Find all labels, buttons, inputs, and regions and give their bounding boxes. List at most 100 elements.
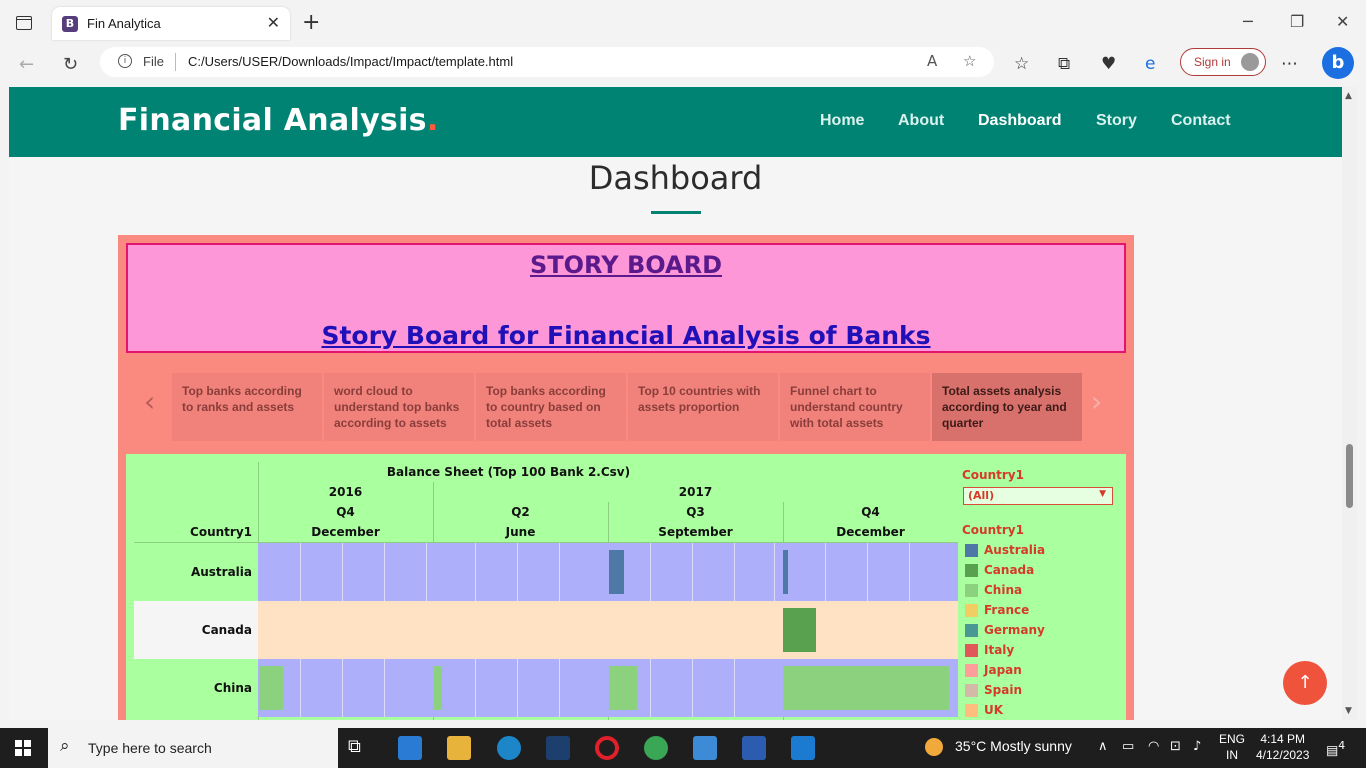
- row-label-china: China: [213, 681, 252, 695]
- story-point-4[interactable]: Top 10 countries with assets proportion: [628, 373, 778, 441]
- clock-time: 4:14 PM: [1260, 732, 1306, 746]
- site-logo[interactable]: Financial Analysis.: [118, 103, 439, 138]
- back-to-top-button[interactable]: ↑: [1283, 661, 1327, 705]
- new-tab-icon[interactable]: +: [302, 10, 320, 35]
- chrome-browser-icon[interactable]: [644, 736, 668, 760]
- photos-app-icon[interactable]: [693, 736, 717, 760]
- scroll-up-icon[interactable]: ▲: [1345, 91, 1352, 101]
- cell-divider: [384, 543, 385, 601]
- info-icon[interactable]: i: [118, 54, 132, 68]
- table-row[interactable]: China: [134, 659, 958, 717]
- story-subheading: Story Board for Financial Analysis of Ba…: [321, 321, 931, 350]
- story-point-3[interactable]: Top banks according to country based on …: [476, 373, 626, 441]
- address-separator: [175, 53, 176, 71]
- edge-copilot-icon[interactable]: e: [1145, 54, 1155, 74]
- nav-home[interactable]: Home: [820, 112, 864, 130]
- legend-swatch: [965, 564, 978, 577]
- scroll-down-icon[interactable]: ▼: [1345, 706, 1352, 716]
- close-tab-icon[interactable]: ✕: [267, 13, 280, 32]
- address-bar[interactable]: i File C:/Users/USER/Downloads/Impact/Im…: [100, 47, 994, 77]
- bar-china-q4[interactable]: [783, 666, 949, 710]
- browser-tab[interactable]: B Fin Analytica ✕: [52, 7, 290, 40]
- task-view-icon[interactable]: ⧉: [348, 736, 372, 760]
- collections-icon[interactable]: ⧉: [1058, 54, 1070, 74]
- bootstrap-favicon-icon: B: [62, 16, 78, 32]
- page-scrollbar[interactable]: ▲ ▼: [1342, 87, 1357, 720]
- bing-chat-icon[interactable]: b: [1322, 47, 1354, 79]
- battery-icon[interactable]: ▭: [1122, 739, 1134, 754]
- notification-center-icon[interactable]: ▤4: [1326, 739, 1345, 758]
- opera-browser-icon[interactable]: [595, 736, 619, 760]
- story-point-1[interactable]: Top banks according to ranks and assets: [172, 373, 322, 441]
- story-prev-icon[interactable]: ‹: [144, 385, 155, 418]
- refresh-icon[interactable]: ↻: [63, 54, 78, 75]
- row-label-canada: Canada: [134, 601, 258, 659]
- cell-divider: [825, 543, 826, 601]
- system-clock[interactable]: 4:14 PM 4/12/2023: [1256, 731, 1309, 763]
- windows-start-icon[interactable]: [15, 740, 31, 756]
- favorite-star-icon[interactable]: ☆: [963, 52, 976, 70]
- row-label-australia: Australia: [190, 565, 252, 579]
- nav-story[interactable]: Story: [1096, 112, 1137, 130]
- file-explorer-icon[interactable]: [447, 736, 471, 760]
- nav-dashboard[interactable]: Dashboard: [978, 112, 1062, 130]
- bar-canada-q4[interactable]: [783, 608, 816, 652]
- legend-swatch: [965, 604, 978, 617]
- address-path: C:/Users/USER/Downloads/Impact/Impact/te…: [188, 54, 514, 69]
- story-point-2[interactable]: word cloud to understand top banks accor…: [324, 373, 474, 441]
- tab-actions-icon[interactable]: [16, 16, 32, 30]
- story-point-6[interactable]: Total assets analysis according to year …: [932, 373, 1082, 441]
- bar-china-q3[interactable]: [609, 666, 637, 710]
- favorites-icon[interactable]: ☆: [1014, 54, 1029, 74]
- legend-label: France: [984, 603, 1030, 617]
- table-row[interactable]: Canada: [134, 601, 958, 659]
- story-point-5[interactable]: Funnel chart to understand country with …: [780, 373, 930, 441]
- viz-title: Balance Sheet (Top 100 Bank 2.Csv): [386, 465, 631, 479]
- tray-overflow-icon[interactable]: ∧: [1098, 739, 1108, 754]
- minimize-icon[interactable]: ─: [1243, 12, 1253, 31]
- close-window-icon[interactable]: ✕: [1336, 12, 1349, 31]
- vpn-app-icon[interactable]: [546, 736, 570, 760]
- legend-swatch: [965, 584, 978, 597]
- region-code: IN: [1226, 748, 1238, 762]
- bar-china-2016-q4[interactable]: [259, 666, 283, 710]
- address-scheme: File: [143, 54, 164, 69]
- cell-divider: [475, 659, 476, 717]
- read-aloud-icon[interactable]: A: [927, 52, 937, 70]
- country-filter-dropdown[interactable]: (All) ▼: [963, 487, 1113, 505]
- scrollbar-thumb[interactable]: [1346, 444, 1353, 508]
- legend-swatch: [965, 644, 978, 657]
- mail-app-icon[interactable]: [398, 736, 422, 760]
- bar-china-q2[interactable]: [434, 666, 442, 710]
- wifi-icon[interactable]: ◠: [1148, 739, 1159, 754]
- network-icon[interactable]: ⊡: [1170, 739, 1181, 754]
- volume-icon[interactable]: ♪: [1193, 739, 1201, 754]
- sign-in-label: Sign in: [1194, 55, 1231, 69]
- nav-about[interactable]: About: [898, 112, 944, 130]
- edge-browser-icon[interactable]: [497, 736, 521, 760]
- bar-australia-q4[interactable]: [783, 550, 788, 594]
- legend-label: Spain: [984, 683, 1022, 697]
- word-app-icon[interactable]: [742, 736, 766, 760]
- table-row[interactable]: Australia: [134, 543, 958, 601]
- row-cells: [258, 601, 958, 659]
- sign-in-button[interactable]: Sign in: [1180, 48, 1266, 76]
- browser-tab-bar: B Fin Analytica ✕ + ─ ❐ ✕: [0, 0, 1366, 46]
- browser-essentials-icon[interactable]: ♥: [1101, 54, 1116, 74]
- cell-divider: [692, 659, 693, 717]
- restore-icon[interactable]: ❐: [1290, 12, 1304, 31]
- nav-contact[interactable]: Contact: [1171, 112, 1231, 130]
- language-indicator[interactable]: ENG IN: [1219, 731, 1245, 763]
- bar-australia-q3[interactable]: [609, 550, 624, 594]
- story-next-icon[interactable]: ›: [1091, 385, 1102, 418]
- balance-sheet-viz: Balance Sheet (Top 100 Bank 2.Csv) 2016 …: [126, 454, 1126, 720]
- row-cells: [258, 543, 958, 601]
- windows-taskbar: ⌕ Type here to search ⧉ 35°C Mostly sunn…: [0, 728, 1366, 768]
- cell-divider: [517, 543, 518, 601]
- legend-label: Germany: [984, 623, 1045, 637]
- vscode-app-icon[interactable]: [791, 736, 815, 760]
- taskbar-search-box[interactable]: ⌕ Type here to search: [48, 728, 338, 768]
- cell-divider: [559, 659, 560, 717]
- back-icon[interactable]: ←: [19, 54, 34, 75]
- more-menu-icon[interactable]: ⋯: [1281, 54, 1298, 74]
